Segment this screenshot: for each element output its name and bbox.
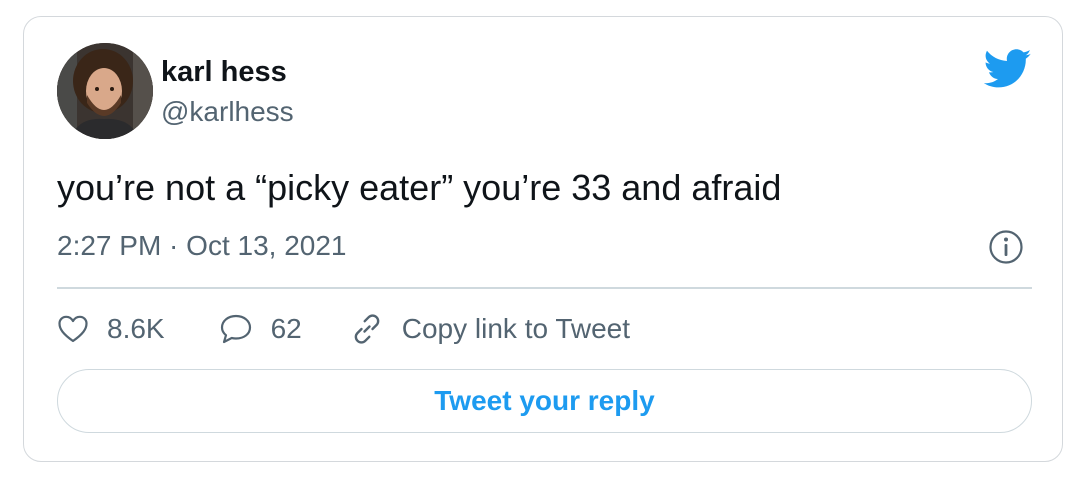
tweet-your-reply-button[interactable]: Tweet your reply bbox=[57, 369, 1032, 433]
copy-link-button[interactable]: Copy link to Tweet bbox=[350, 312, 630, 346]
reply-button[interactable]: 62 bbox=[219, 313, 302, 345]
tweet-timestamp[interactable]: 2:27 PM · Oct 13, 2021 bbox=[57, 229, 347, 263]
avatar[interactable] bbox=[57, 43, 153, 139]
heart-icon bbox=[58, 315, 88, 343]
tweet-your-reply-label: Tweet your reply bbox=[434, 385, 655, 416]
tweet-card: karl hess @karlhess you’re not a “picky … bbox=[23, 16, 1063, 462]
like-button[interactable]: 8.6K bbox=[57, 313, 165, 345]
twitter-bird-icon[interactable] bbox=[983, 49, 1032, 89]
divider bbox=[57, 287, 1032, 289]
reply-count: 62 bbox=[270, 313, 302, 344]
link-icon bbox=[354, 314, 380, 344]
info-icon[interactable] bbox=[988, 229, 1024, 265]
tweet-text: you’re not a “picky eater” you’re 33 and… bbox=[57, 167, 782, 208]
author-handle[interactable]: @karlhess bbox=[161, 95, 294, 129]
tweet-actions: 8.6K 62 Copy link to Tweet bbox=[57, 309, 630, 349]
speech-bubble-icon bbox=[220, 314, 251, 344]
copy-link-label: Copy link to Tweet bbox=[401, 313, 631, 344]
like-count: 8.6K bbox=[107, 313, 165, 344]
author-name[interactable]: karl hess bbox=[161, 55, 287, 89]
